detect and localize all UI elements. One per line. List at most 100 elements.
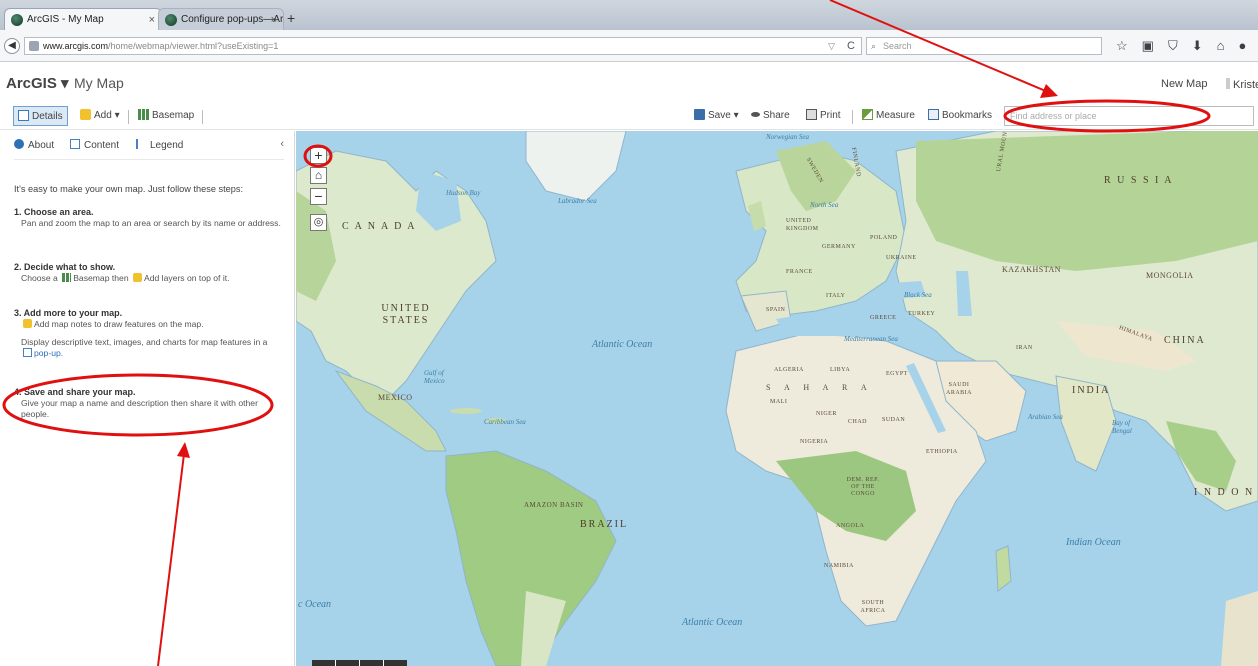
- tab-content[interactable]: Content: [70, 139, 119, 151]
- browser-tab-arcgis[interactable]: ArcGIS - My Map ×: [4, 8, 162, 30]
- app-header: ArcGIS ▾ My Map New Map Kriste: [0, 62, 1258, 102]
- url-dropdown-icon[interactable]: ▽: [828, 38, 835, 54]
- label-labrador-sea: Labrador Sea: [558, 197, 597, 205]
- step-2: 2. Decide what to show. Choose a Basemap…: [14, 262, 282, 284]
- screen: ArcGIS - My Map × Configure pop-ups—ArcG…: [0, 0, 1258, 666]
- tab-title: Configure pop-ups—ArcGI...: [181, 14, 284, 25]
- print-label: Print: [820, 110, 841, 121]
- browser-tab-bar: ArcGIS - My Map × Configure pop-ups—ArcG…: [0, 0, 1258, 30]
- clipboard-icon[interactable]: ▣: [1142, 38, 1154, 54]
- new-tab-button[interactable]: +: [287, 10, 295, 26]
- label-indian-ocean: Indian Ocean: [1066, 537, 1121, 548]
- label-hudson-bay: Hudson Bay: [446, 189, 481, 197]
- tab-about[interactable]: About: [14, 139, 54, 151]
- tab-legend-label: Legend: [150, 140, 184, 151]
- step-body: Give your map a name and description the…: [21, 398, 258, 419]
- step-body: Choose a Basemap then Add layers on top …: [14, 273, 282, 284]
- zoom-out-button[interactable]: −: [310, 188, 327, 205]
- label-mediterranean: Mediterranean Sea: [844, 335, 898, 343]
- label-saudi-arabia: SAUDI ARABIA: [945, 382, 972, 396]
- share-button[interactable]: Share: [751, 106, 790, 126]
- panel-tabs: About Content Legend ‹: [14, 138, 284, 155]
- australia-edge: [1221, 591, 1258, 666]
- back-arrow-icon[interactable]: ◀: [4, 38, 20, 54]
- label-turkey: TURKEY: [908, 311, 936, 317]
- print-button[interactable]: Print: [806, 106, 841, 126]
- measure-button[interactable]: Measure: [862, 106, 915, 126]
- arcgis-menu[interactable]: ArcGIS ▾: [6, 74, 69, 92]
- step-title: 3. Add more to your map.: [14, 308, 123, 318]
- zoom-in-button[interactable]: +: [310, 147, 327, 164]
- basemap-icon: [138, 109, 149, 120]
- label-angola: ANGOLA: [836, 523, 865, 529]
- close-tab-icon[interactable]: ×: [271, 9, 277, 30]
- step-1: 1. Choose an area. Pan and zoom the map …: [14, 207, 282, 229]
- label-amazon-basin: AMAZON BASIN: [524, 501, 584, 509]
- basemap-icon: [62, 273, 72, 282]
- browser-nav-bar: ◀ www.arcgis.com/home/webmap/viewer.html…: [0, 30, 1258, 62]
- home-extent-button[interactable]: ⌂: [310, 167, 327, 184]
- label-mali: MALI: [770, 399, 788, 405]
- tab-legend[interactable]: Legend: [136, 139, 183, 151]
- add-button[interactable]: Add ▾: [80, 106, 120, 126]
- info-icon: [14, 139, 24, 149]
- save-button[interactable]: Save ▾: [694, 106, 739, 126]
- label-black-sea: Black Sea: [904, 291, 932, 299]
- label-united-kingdom: UNITED KINGDOM: [786, 218, 819, 232]
- label-ukraine: UKRAINE: [886, 255, 917, 261]
- label-bay-of-bengal: Bay of Bengal: [1112, 419, 1132, 435]
- label-russia: R U S S I A: [1104, 175, 1174, 186]
- label-niger: NIGER: [816, 411, 837, 417]
- map-view[interactable]: Norwegian Sea Hudson Bay Labrador Sea C …: [296, 131, 1258, 666]
- close-tab-icon[interactable]: ×: [149, 9, 155, 30]
- label-atlantic-south: Atlantic Ocean: [682, 617, 743, 628]
- reload-icon[interactable]: C: [847, 38, 855, 54]
- measure-label: Measure: [876, 110, 915, 121]
- basemap-button[interactable]: Basemap: [138, 106, 194, 126]
- label-mexico: MEXICO: [378, 393, 413, 402]
- user-menu[interactable]: Kriste: [1226, 78, 1258, 91]
- download-icon[interactable]: ⬇: [1192, 38, 1203, 54]
- map-notes-icon: [23, 319, 32, 328]
- arcgis-favicon-icon: [165, 14, 177, 26]
- label-united-states: UNITED STATES: [381, 303, 431, 326]
- url-bar[interactable]: www.arcgis.com/home/webmap/viewer.html?u…: [24, 37, 862, 55]
- label-south-africa: SOUTH AFRICA: [860, 600, 886, 614]
- label-nigeria: NIGERIA: [800, 439, 829, 445]
- details-button[interactable]: Details: [13, 106, 68, 126]
- pocket-icon[interactable]: ⛉: [1168, 38, 1178, 54]
- star-icon[interactable]: ☆: [1116, 38, 1128, 54]
- chat-icon[interactable]: ●: [1238, 38, 1246, 54]
- add-label: Add ▾: [94, 110, 120, 121]
- step-body-text: Display descriptive text, images, and ch…: [21, 337, 268, 347]
- label-iran: IRAN: [1016, 345, 1033, 351]
- label-arabian-sea: Arabian Sea: [1028, 413, 1063, 421]
- details-panel: About Content Legend ‹ It's easy to make…: [0, 131, 295, 666]
- locate-button[interactable]: ◎: [310, 214, 327, 231]
- measure-icon: [862, 109, 873, 120]
- browser-search-input[interactable]: ⌕ Search: [866, 37, 1102, 55]
- label-namibia: NAMIBIA: [824, 563, 854, 569]
- label-sahara: S A H A R A: [766, 383, 873, 392]
- step-title: 1. Choose an area.: [14, 207, 94, 217]
- find-address-input[interactable]: Find address or place: [1004, 106, 1254, 126]
- label-drc: DEM. REP. OF THE CONGO: [846, 477, 880, 497]
- step-body: Pan and zoom the map to an area or searc…: [21, 218, 281, 228]
- basemap-label: Basemap: [152, 110, 195, 121]
- label-greece: GREECE: [870, 315, 897, 321]
- url-host: www.arcgis.com: [43, 41, 109, 51]
- bookmarks-button[interactable]: Bookmarks: [928, 106, 992, 126]
- label-ethiopia: ETHIOPIA: [926, 449, 958, 455]
- site-info-icon[interactable]: [29, 41, 39, 51]
- collapse-panel-icon[interactable]: ‹: [280, 138, 284, 150]
- home-icon[interactable]: ⌂: [1217, 38, 1225, 54]
- new-map-link[interactable]: New Map: [1161, 78, 1207, 90]
- search-placeholder: Search: [883, 41, 912, 51]
- tab-content-label: Content: [84, 140, 120, 151]
- toolbar-divider: [852, 110, 853, 124]
- content-icon: [70, 139, 80, 149]
- popup-link[interactable]: pop-up.: [34, 348, 63, 358]
- tab-title: ArcGIS - My Map: [27, 14, 104, 25]
- browser-tab-configure-popups[interactable]: Configure pop-ups—ArcGI... ×: [158, 8, 284, 30]
- label-brazil: BRAZIL: [580, 519, 629, 530]
